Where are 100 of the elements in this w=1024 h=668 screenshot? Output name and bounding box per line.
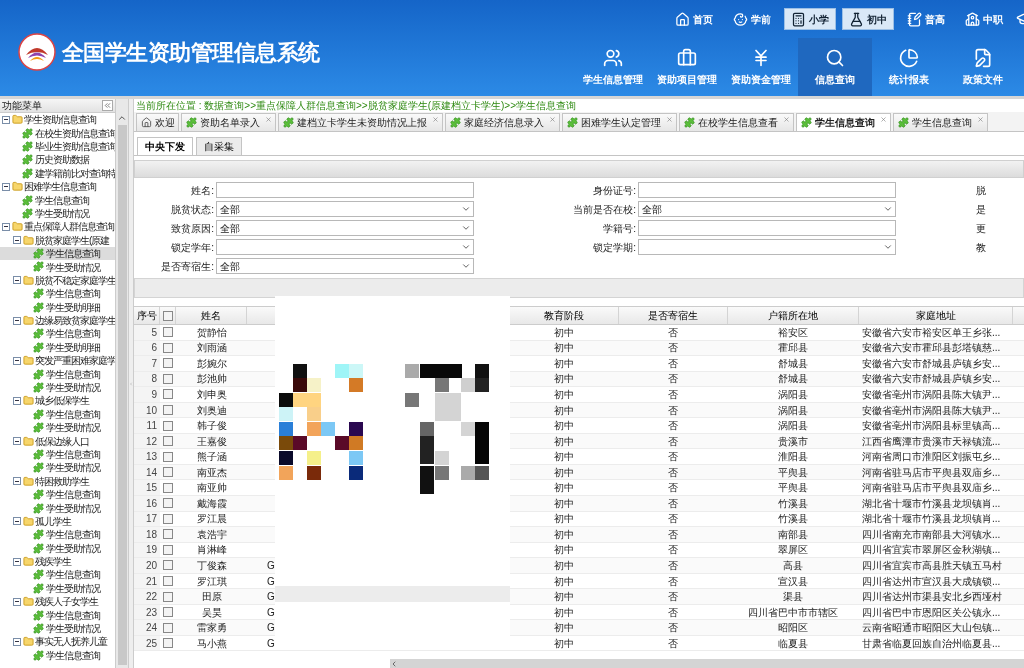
tree-folder-label[interactable]: 低保边缘人口 xyxy=(35,433,89,449)
page-tab[interactable]: 在校学生信息查看 xyxy=(679,113,794,131)
collapse-toggle[interactable] xyxy=(2,115,10,124)
tree-item[interactable]: 学生信息查询 xyxy=(0,407,115,421)
page-tab[interactable]: 家庭经济信息录入 xyxy=(445,113,560,131)
tree-folder-label[interactable]: 残疾人子女学生 xyxy=(35,594,98,610)
tree-item[interactable]: 学生信息查询 xyxy=(0,608,115,622)
checkbox[interactable] xyxy=(163,498,173,509)
nav-item[interactable]: 政策文件 xyxy=(946,38,1020,96)
tree-item[interactable]: 在校生资助信息查询 xyxy=(0,126,115,140)
level-tab[interactable]: 首页 xyxy=(668,8,720,30)
column-header[interactable]: 序号 xyxy=(134,307,160,324)
collapse-toggle[interactable] xyxy=(13,396,21,405)
level-tab[interactable]: 普高 xyxy=(900,8,952,30)
tree-item[interactable]: 学生信息查询 xyxy=(0,327,115,341)
close-icon[interactable] xyxy=(549,116,556,123)
select-field[interactable]: 全部 xyxy=(216,258,474,274)
checkbox[interactable] xyxy=(163,358,173,369)
select-field[interactable]: 全部 xyxy=(216,220,474,236)
checkbox[interactable] xyxy=(163,607,173,618)
collapse-toggle[interactable] xyxy=(13,236,21,245)
close-icon[interactable] xyxy=(783,116,790,123)
tree-item[interactable]: 学生信息查询 xyxy=(0,287,115,301)
checkbox[interactable] xyxy=(163,513,173,524)
checkbox[interactable] xyxy=(163,622,173,633)
tree-item[interactable]: 历史资助数据 xyxy=(0,153,115,167)
collapse-toggle[interactable] xyxy=(13,316,21,325)
tree-item[interactable]: 建学籍前比对查询特 xyxy=(0,166,115,180)
tree-folder-label[interactable]: 脱贫不稳定家庭学生 xyxy=(35,272,115,288)
tree-item[interactable]: 学生信息查询 xyxy=(0,246,115,261)
checkbox[interactable] xyxy=(163,389,173,400)
column-header[interactable]: 是否寄宿生 xyxy=(618,307,727,324)
select-field[interactable]: 全部 xyxy=(638,201,896,217)
close-icon[interactable] xyxy=(432,116,439,123)
tree-item[interactable]: 学生受助情况 xyxy=(0,421,115,435)
nav-item[interactable]: 资助资金管理 xyxy=(724,38,798,96)
tree-folder-label[interactable]: 突发严重困难家庭学 xyxy=(35,353,115,369)
tree-folder-label[interactable]: 学生资助信息查询 xyxy=(24,113,96,128)
tree-item[interactable]: 学生受助明细 xyxy=(0,300,115,314)
tree-folder-label[interactable]: 城乡低保学生 xyxy=(35,393,89,409)
text-field[interactable] xyxy=(638,182,896,198)
level-tab[interactable]: 初中 xyxy=(842,8,894,30)
checkbox[interactable] xyxy=(163,420,173,431)
horizontal-scrollbar[interactable] xyxy=(390,659,1024,668)
checkbox[interactable] xyxy=(163,560,173,571)
checkbox[interactable] xyxy=(163,576,173,586)
tree-item[interactable]: 学生信息查询 xyxy=(0,528,115,542)
checkbox[interactable] xyxy=(163,638,173,649)
tree-item[interactable]: 毕业生资助信息查询 xyxy=(0,139,115,154)
checkbox[interactable] xyxy=(162,310,173,321)
collapse-toggle[interactable] xyxy=(13,356,21,365)
page-tab[interactable]: 资助名单录入 xyxy=(181,113,276,131)
tree-folder-label[interactable]: 残疾学生 xyxy=(35,554,71,570)
select-field[interactable] xyxy=(216,239,474,255)
tree-folder-label[interactable]: 脱贫家庭学生(原建 xyxy=(35,232,110,248)
scrollbar[interactable] xyxy=(116,99,128,668)
scroll-up-icon[interactable] xyxy=(117,113,127,123)
tree-item[interactable]: 学生信息查询 xyxy=(0,447,115,462)
checkbox[interactable] xyxy=(163,405,173,415)
collapse-toggle[interactable] xyxy=(13,637,21,646)
collapse-toggle[interactable] xyxy=(13,276,21,285)
tree-item[interactable]: 学生受助情况 xyxy=(0,380,115,395)
tree-folder-label[interactable]: 事实无人抚养儿童 xyxy=(35,634,107,650)
checkbox[interactable] xyxy=(163,544,173,555)
column-header[interactable]: 户籍所在地 xyxy=(727,307,858,324)
level-tab[interactable]: 中职 xyxy=(958,8,1010,30)
checkbox[interactable] xyxy=(163,591,173,602)
collapse-toggle[interactable] xyxy=(13,477,21,486)
page-tab[interactable]: 欢迎 xyxy=(136,113,179,131)
column-header[interactable]: 家庭地址 xyxy=(858,307,1012,324)
tree-folder-label[interactable]: 特困救助学生 xyxy=(35,473,89,489)
close-icon[interactable] xyxy=(666,116,673,123)
page-tab[interactable]: 建档立卡学生未资助情况上报 xyxy=(278,113,443,131)
scroll-left-icon[interactable] xyxy=(390,659,398,668)
tree-item[interactable]: 学生受助情况 xyxy=(0,541,115,555)
tree-folder-label[interactable]: 边缘易致贫家庭学生 xyxy=(35,313,115,329)
tree-item[interactable]: 学生信息查询 xyxy=(0,193,115,207)
page-tab[interactable]: 学生信息查询 xyxy=(796,113,891,131)
tree-item[interactable]: 学生信息查询 xyxy=(0,487,115,502)
checkbox[interactable] xyxy=(163,436,173,447)
close-icon[interactable] xyxy=(977,116,984,123)
checkbox[interactable] xyxy=(163,451,173,462)
tree-item[interactable]: 学生信息查询 xyxy=(0,568,115,582)
nav-item[interactable]: 统计报表 xyxy=(872,38,946,96)
tree-item[interactable]: 学生信息查询 xyxy=(0,367,115,381)
tree-folder-label[interactable]: 重点保障人群信息查询 xyxy=(24,219,114,235)
page-tab[interactable]: 困难学生认定管理 xyxy=(562,113,677,131)
collapse-toggle[interactable] xyxy=(2,182,10,191)
tree-item[interactable]: 学生受助情况 xyxy=(0,461,115,475)
close-icon[interactable] xyxy=(265,116,272,123)
tree-item[interactable]: 学生受助情况 xyxy=(0,581,115,596)
collapse-toggle[interactable] xyxy=(2,222,10,231)
sub-tab[interactable]: 自采集 xyxy=(196,137,242,155)
sub-tab[interactable]: 中央下发 xyxy=(137,137,193,155)
nav-item[interactable]: 学生信息管理 xyxy=(576,38,650,96)
tree-folder-label[interactable]: 孤儿学生 xyxy=(35,513,71,529)
text-field[interactable] xyxy=(216,182,474,198)
level-tab[interactable]: 小学 xyxy=(784,8,836,30)
checkbox[interactable] xyxy=(163,327,173,338)
nav-item[interactable]: 信息查询 xyxy=(798,38,872,96)
